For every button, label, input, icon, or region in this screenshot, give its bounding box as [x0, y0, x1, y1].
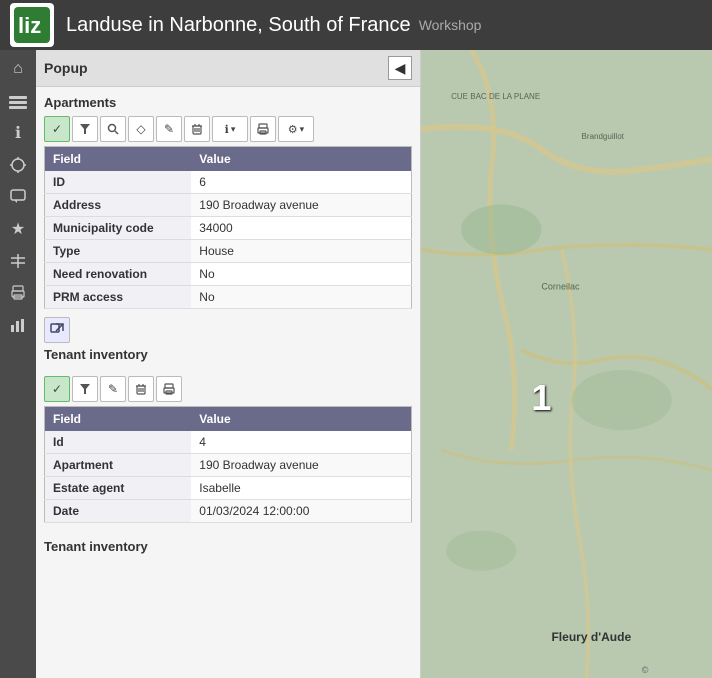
tenant-link-label: Tenant inventory [44, 347, 412, 362]
field-cell: Id [45, 431, 192, 454]
delete-button[interactable] [184, 116, 210, 142]
tenant-title-2: Tenant inventory [44, 539, 412, 554]
value-cell: 34000 [191, 217, 411, 240]
sidebar-item-chart[interactable] [3, 310, 33, 340]
popup-panel: Popup ◀ Apartments ✓ ◇ ✎ ℹ▾ [36, 50, 421, 678]
table-row: Municipality code34000 [45, 217, 412, 240]
field-cell: Address [45, 194, 192, 217]
popup-back-button[interactable]: ◀ [388, 56, 412, 80]
geometry-button[interactable]: ◇ [128, 116, 154, 142]
zoom-button[interactable] [100, 116, 126, 142]
tenant-section-2: Tenant inventory [36, 539, 420, 568]
tenant-table-1: Field Value Id4Apartment190 Broadway ave… [44, 406, 412, 523]
table-row: Date01/03/2024 12:00:00 [45, 500, 412, 523]
tenant-edit-button[interactable]: ✎ [100, 376, 126, 402]
field-cell: Municipality code [45, 217, 192, 240]
left-sidebar: ⌂ ℹ ★ [0, 50, 36, 678]
tenant-delete-button[interactable] [128, 376, 154, 402]
apartments-title: Apartments [44, 95, 412, 110]
sidebar-item-locate[interactable] [3, 150, 33, 180]
svg-text:Corneilac: Corneilac [541, 282, 580, 292]
value-cell: No [191, 263, 411, 286]
sidebar-item-home[interactable]: ⌂ [3, 54, 33, 84]
svg-text:©: © [642, 665, 649, 675]
field-cell: Estate agent [45, 477, 192, 500]
apartments-value-header: Value [191, 147, 411, 172]
tenant-check-button[interactable]: ✓ [44, 376, 70, 402]
page-title: Landuse in Narbonne, South of France [66, 14, 411, 37]
value-cell: 190 Broadway avenue [191, 194, 411, 217]
svg-text:Brandguillot: Brandguillot [582, 132, 625, 141]
info-dropdown-button[interactable]: ℹ▾ [212, 116, 248, 142]
tenant-table-section-1: ✓ ✎ Field Value [36, 376, 420, 539]
tenant-print-button[interactable] [156, 376, 182, 402]
check-button[interactable]: ✓ [44, 116, 70, 142]
tenant-link-button[interactable] [44, 317, 70, 343]
table-row: PRM accessNo [45, 286, 412, 309]
value-cell: 190 Broadway avenue [191, 454, 411, 477]
svg-text:1: 1 [531, 377, 551, 418]
header-workshop-label: Workshop [419, 17, 482, 33]
table-row: Address190 Broadway avenue [45, 194, 412, 217]
svg-text:CUE BAC DE LA PLANE: CUE BAC DE LA PLANE [451, 92, 540, 101]
sidebar-item-comment[interactable] [3, 182, 33, 212]
sidebar-item-print[interactable] [3, 278, 33, 308]
value-cell: 4 [191, 431, 411, 454]
table-row: Id4 [45, 431, 412, 454]
sidebar-item-layers[interactable] [3, 86, 33, 116]
sidebar-item-info[interactable]: ℹ [3, 118, 33, 148]
field-cell: Apartment [45, 454, 192, 477]
table-row: Estate agentIsabelle [45, 477, 412, 500]
apartments-toolbar: ✓ ◇ ✎ ℹ▾ ⚙▾ [44, 116, 412, 142]
value-cell: House [191, 240, 411, 263]
table-row: ID6 [45, 171, 412, 194]
app-logo: liz [10, 3, 54, 47]
back-icon: ◀ [395, 60, 406, 77]
popup-header: Popup ◀ [36, 50, 420, 87]
field-cell: Type [45, 240, 192, 263]
tenant-value-header: Value [191, 407, 411, 432]
apartments-table: Field Value ID6Address190 Broadway avenu… [44, 146, 412, 309]
field-cell: Date [45, 500, 192, 523]
sidebar-item-star[interactable]: ★ [3, 214, 33, 244]
tenant-link-section: Tenant inventory [36, 317, 420, 376]
value-cell: No [191, 286, 411, 309]
tenant-filter-button[interactable] [72, 376, 98, 402]
sidebar-item-tools[interactable] [3, 246, 33, 276]
settings-dropdown-button[interactable]: ⚙▾ [278, 116, 314, 142]
tenant-field-header: Field [45, 407, 192, 432]
table-row: Apartment190 Broadway avenue [45, 454, 412, 477]
field-cell: Need renovation [45, 263, 192, 286]
popup-title: Popup [44, 60, 88, 76]
main-layout: ⌂ ℹ ★ [0, 50, 712, 678]
svg-text:liz: liz [18, 13, 41, 38]
filter-button[interactable] [72, 116, 98, 142]
field-cell: PRM access [45, 286, 192, 309]
apartments-field-header: Field [45, 147, 192, 172]
value-cell: Isabelle [191, 477, 411, 500]
table-row: TypeHouse [45, 240, 412, 263]
print-button[interactable] [250, 116, 276, 142]
map-area[interactable]: CUE BAC DE LA PLANE Brandguillot Corneil… [421, 50, 712, 678]
svg-text:Fleury d'Aude: Fleury d'Aude [551, 630, 631, 644]
value-cell: 6 [191, 171, 411, 194]
tenant-toolbar-1: ✓ ✎ [44, 376, 412, 402]
field-cell: ID [45, 171, 192, 194]
app-header: liz Landuse in Narbonne, South of France… [0, 0, 712, 50]
edit-button[interactable]: ✎ [156, 116, 182, 142]
value-cell: 01/03/2024 12:00:00 [191, 500, 411, 523]
table-row: Need renovationNo [45, 263, 412, 286]
apartments-section: Apartments ✓ ◇ ✎ ℹ▾ ⚙▾ [36, 87, 420, 317]
